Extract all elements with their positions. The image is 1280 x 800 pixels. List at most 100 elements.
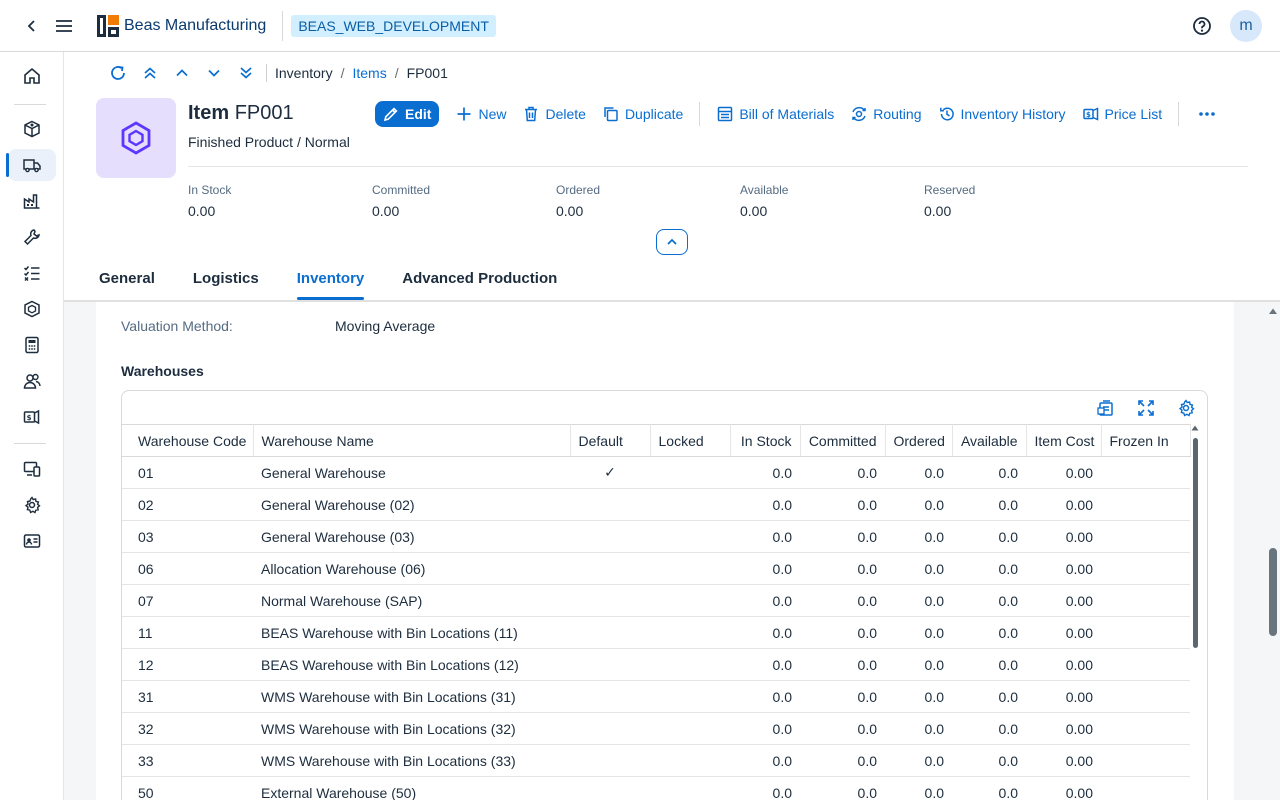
last-item-button[interactable]: [230, 62, 262, 84]
table-scrollbar-thumb[interactable]: [1193, 438, 1198, 648]
next-item-button[interactable]: [198, 62, 230, 84]
table-cell: General Warehouse (02): [253, 488, 570, 521]
refresh-button[interactable]: [102, 62, 134, 84]
edit-button[interactable]: Edit: [375, 101, 440, 127]
column-header-in-stock[interactable]: In Stock: [730, 424, 801, 457]
table-row[interactable]: 06 Allocation Warehouse (06) 0.0 0.0 0.0 0.0 0…: [122, 552, 1190, 585]
table-row[interactable]: 32 WMS Warehouse with Bin Locations (32) 0…: [122, 712, 1190, 745]
page-scrollbar-thumb[interactable]: [1269, 548, 1277, 636]
table-cell: [1101, 616, 1190, 649]
kpi-label: Ordered: [556, 183, 601, 197]
table-cell: [1101, 744, 1190, 777]
table-cell: 0.0: [885, 744, 952, 777]
table-scrollbar[interactable]: [1191, 424, 1199, 800]
column-header-committed[interactable]: Committed: [800, 424, 886, 457]
table-cell: 12: [122, 648, 253, 681]
delete-button[interactable]: Delete: [523, 106, 586, 122]
factory-icon[interactable]: [8, 185, 56, 217]
page-title: Item FP001: [188, 102, 294, 125]
collapse-header-button[interactable]: [656, 229, 688, 255]
table-row[interactable]: 31 WMS Warehouse with Bin Locations (31) 0…: [122, 680, 1190, 713]
table-cell: [650, 712, 730, 745]
id-card-icon[interactable]: [8, 525, 56, 557]
tab-logistics[interactable]: Logistics: [193, 266, 259, 300]
bill-of-materials-button[interactable]: Bill of Materials: [717, 106, 834, 122]
new-label: New: [478, 106, 507, 122]
brand-logo[interactable]: Beas Manufacturing: [96, 14, 266, 38]
table-cell: 0.0: [952, 680, 1026, 713]
devices-icon[interactable]: [8, 453, 56, 485]
table-cell: [1101, 712, 1190, 745]
fullscreen-button[interactable]: [1137, 399, 1155, 417]
routing-button[interactable]: Routing: [851, 106, 922, 122]
table-row[interactable]: 03 General Warehouse (03) 0.0 0.0 0.0 0.0 0.00: [122, 520, 1190, 553]
kpi-committed: Committed 0.00: [372, 183, 430, 219]
table-cell: [650, 520, 730, 553]
table-row[interactable]: 11 BEAS Warehouse with Bin Locations (11)…: [122, 616, 1190, 649]
truck-icon[interactable]: [6, 149, 56, 181]
previous-item-button[interactable]: [166, 62, 198, 84]
calculator-icon[interactable]: [8, 329, 56, 361]
column-header-warehouse-code[interactable]: Warehouse Code: [122, 424, 254, 457]
table-cell: [650, 616, 730, 649]
user-avatar[interactable]: m: [1230, 9, 1262, 42]
table-cell: 07: [122, 584, 253, 617]
table-row[interactable]: 01 General Warehouse ✓ 0.0 0.0 0.0 0.0 0.00: [122, 456, 1190, 489]
table-cell: 0.0: [800, 584, 885, 617]
column-header-locked[interactable]: Locked: [650, 424, 731, 457]
table-cell: 0.00: [1026, 552, 1101, 585]
table-cell: 0.0: [730, 616, 800, 649]
more-actions-button[interactable]: [1195, 111, 1219, 117]
inventory-history-button[interactable]: Inventory History: [939, 106, 1066, 122]
table-cell: 0.0: [952, 488, 1026, 521]
svg-text:$: $: [1086, 111, 1091, 119]
price-list-button[interactable]: $ Price List: [1082, 106, 1162, 122]
duplicate-button[interactable]: Duplicate: [603, 106, 683, 122]
tab-general[interactable]: General: [99, 266, 155, 300]
column-header-frozen-in[interactable]: Frozen In: [1101, 424, 1191, 457]
duplicate-label: Duplicate: [624, 106, 684, 122]
checklist-icon[interactable]: [8, 257, 56, 289]
help-button[interactable]: [1192, 16, 1212, 36]
menu-button[interactable]: [52, 0, 76, 52]
gear-icon[interactable]: [8, 489, 56, 521]
page-scrollbar[interactable]: [1266, 302, 1280, 800]
column-header-item-cost[interactable]: Item Cost: [1026, 424, 1102, 457]
column-header-available[interactable]: Available: [952, 424, 1027, 457]
table-cell: 0.0: [885, 680, 952, 713]
breadcrumb-current: FP001: [406, 65, 448, 81]
table-cell: 0.0: [730, 552, 800, 585]
column-header-ordered[interactable]: Ordered: [885, 424, 953, 457]
column-header-warehouse-name[interactable]: Warehouse Name: [253, 424, 571, 457]
export-button[interactable]: [1097, 399, 1115, 417]
breadcrumb-separator: /: [340, 65, 345, 81]
home-icon[interactable]: [8, 60, 56, 92]
table-settings-button[interactable]: [1177, 398, 1195, 417]
table-cell: 11: [122, 616, 253, 649]
table-cell: 0.0: [952, 744, 1026, 777]
price-tag-icon[interactable]: $: [8, 401, 56, 433]
box-cube-icon[interactable]: [8, 113, 56, 145]
people-icon[interactable]: [8, 365, 56, 397]
table-cell: 0.00: [1026, 520, 1101, 553]
column-header-default[interactable]: Default: [570, 424, 651, 457]
table-cell: 0.00: [1026, 648, 1101, 681]
table-row[interactable]: 12 BEAS Warehouse with Bin Locations (12)…: [122, 648, 1190, 681]
wrench-icon[interactable]: [8, 221, 56, 253]
table-cell: 0.0: [730, 712, 800, 745]
table-row[interactable]: 50 External Warehouse (50) 0.0 0.0 0.0 0.0 0.0…: [122, 776, 1190, 800]
new-button[interactable]: New: [456, 106, 506, 122]
table-row[interactable]: 33 WMS Warehouse with Bin Locations (33) 0…: [122, 744, 1190, 777]
history-icon: [939, 107, 954, 121]
table-row[interactable]: 07 Normal Warehouse (SAP) 0.0 0.0 0.0 0.0 0.00: [122, 584, 1190, 617]
table-row[interactable]: 02 General Warehouse (02) 0.0 0.0 0.0 0.0 0.00: [122, 488, 1190, 521]
table-cell: 0.00: [1026, 488, 1101, 521]
table-cell: 0.0: [885, 712, 952, 745]
table-cell: [1101, 552, 1190, 585]
first-item-button[interactable]: [134, 62, 166, 84]
breadcrumb-items-link[interactable]: Items: [352, 65, 386, 81]
tab-inventory[interactable]: Inventory: [296, 266, 364, 300]
tab-advanced-production[interactable]: Advanced Production: [402, 266, 557, 300]
product-icon[interactable]: [8, 293, 56, 325]
side-navigation: $: [0, 52, 64, 800]
